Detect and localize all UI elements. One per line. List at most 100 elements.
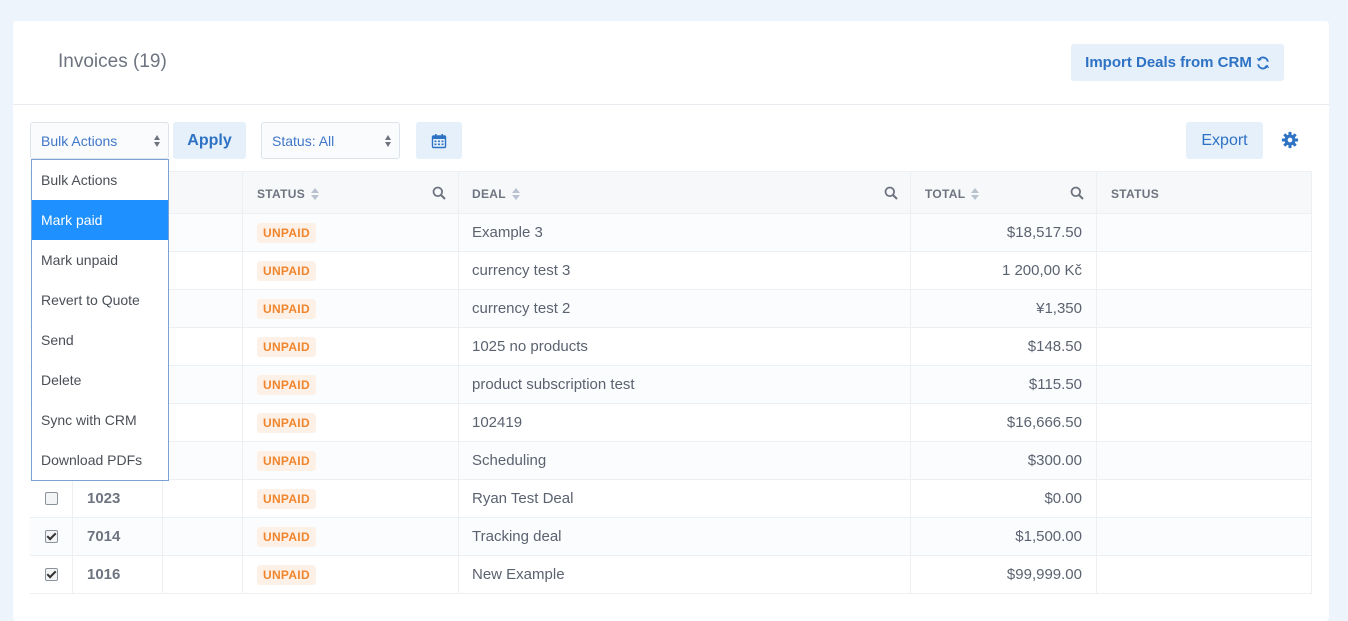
invoice-total: $148.50 (911, 328, 1097, 365)
table-row[interactable]: 1016 UNPAID New Example $99,999.00 (30, 556, 1312, 594)
invoice-total: $300.00 (911, 442, 1097, 479)
deal-name[interactable]: product subscription test (459, 366, 911, 403)
export-button[interactable]: Export (1186, 122, 1263, 159)
deal-name[interactable]: 102419 (459, 404, 911, 441)
status-cell: UNPAID (243, 442, 459, 479)
deal-name[interactable]: New Example (459, 556, 911, 593)
empty-cell (163, 366, 243, 403)
status-badge: UNPAID (257, 488, 316, 509)
invoice-total: $1,500.00 (911, 518, 1097, 555)
apply-button[interactable]: Apply (173, 122, 246, 159)
invoice-total: $115.50 (911, 366, 1097, 403)
invoice-number[interactable]: 1023 (73, 480, 163, 517)
date-filter-button[interactable] (416, 122, 462, 159)
sort-icon[interactable] (311, 187, 320, 200)
deal-name[interactable]: currency test 3 (459, 252, 911, 289)
status-2-cell (1097, 290, 1312, 327)
search-icon[interactable] (432, 186, 446, 200)
row-checkbox-cell[interactable] (30, 518, 73, 555)
empty-cell (163, 404, 243, 441)
gear-icon[interactable] (1281, 131, 1299, 149)
status-cell: UNPAID (243, 252, 459, 289)
status-cell: UNPAID (243, 214, 459, 251)
sort-icon[interactable] (971, 187, 980, 200)
empty-cell (163, 518, 243, 555)
invoice-total: $0.00 (911, 480, 1097, 517)
search-icon[interactable] (884, 186, 898, 200)
calendar-icon (431, 133, 447, 148)
empty-cell (163, 290, 243, 327)
bulk-action-option[interactable]: Sync with CRM (32, 400, 168, 440)
status-2-cell (1097, 442, 1312, 479)
bulk-action-option[interactable]: Send (32, 320, 168, 360)
row-checkbox[interactable] (44, 492, 58, 505)
status-2-cell (1097, 518, 1312, 555)
status-2-cell (1097, 214, 1312, 251)
header-deal-label: DEAL (472, 186, 506, 201)
empty-cell (163, 328, 243, 365)
table-row[interactable]: UNPAID currency test 31 200,00 Kč (30, 252, 1312, 290)
import-button-label: Import Deals from CRM (1085, 54, 1252, 71)
table-row[interactable]: UNPAID Scheduling $300.00 (30, 442, 1312, 480)
bulk-action-option[interactable]: Delete (32, 360, 168, 400)
empty-cell (163, 556, 243, 593)
status-filter-select[interactable]: Status: All (261, 122, 400, 159)
table-row[interactable]: 1023 UNPAID Ryan Test Deal $0.00 (30, 480, 1312, 518)
search-icon[interactable] (1070, 186, 1084, 200)
deal-name[interactable]: Scheduling (459, 442, 911, 479)
deal-name[interactable]: 1025 no products (459, 328, 911, 365)
table-row[interactable]: UNPAID currency test 2 ¥1,350 (30, 290, 1312, 328)
row-checkbox-cell[interactable] (30, 556, 73, 593)
select-arrows-icon (385, 134, 391, 147)
header-status-2-label: STATUS (1111, 186, 1160, 201)
invoice-number[interactable]: 7014 (73, 518, 163, 555)
bulk-action-option[interactable]: Mark unpaid (32, 240, 168, 280)
invoice-total: 1 200,00 Kč (911, 252, 1097, 289)
bulk-action-option[interactable]: Download PDFs (32, 440, 168, 480)
table-row[interactable]: UNPAID 1025 no products $148.50 (30, 328, 1312, 366)
empty-cell (163, 252, 243, 289)
header-status-label: STATUS (257, 186, 306, 201)
bulk-action-option[interactable]: Revert to Quote (32, 280, 168, 320)
status-badge: UNPAID (257, 450, 316, 471)
invoice-number[interactable]: 1016 (73, 556, 163, 593)
table-row[interactable]: UNPAID 102419 $16,666.50 (30, 404, 1312, 442)
table-row[interactable]: UNPAID product subscription test $115.50 (30, 366, 1312, 404)
select-arrows-icon (154, 134, 160, 147)
status-2-cell (1097, 480, 1312, 517)
deal-name[interactable]: Example 3 (459, 214, 911, 251)
table-row[interactable]: UNPAID Example 3 $18,517.50 (30, 214, 1312, 252)
bulk-actions-select[interactable]: Bulk Actions (30, 122, 169, 159)
status-cell: UNPAID (243, 556, 459, 593)
header-total[interactable]: TOTAL (911, 172, 1097, 215)
empty-cell (163, 214, 243, 251)
status-cell: UNPAID (243, 518, 459, 555)
row-checkbox[interactable] (44, 530, 58, 543)
status-badge: UNPAID (257, 526, 316, 547)
row-checkbox-cell[interactable] (30, 480, 73, 517)
invoice-total: $16,666.50 (911, 404, 1097, 441)
status-2-cell (1097, 252, 1312, 289)
bulk-action-option[interactable]: Bulk Actions (32, 160, 168, 200)
deal-name[interactable]: Ryan Test Deal (459, 480, 911, 517)
header-status[interactable]: STATUS (243, 172, 459, 215)
deal-name[interactable]: currency test 2 (459, 290, 911, 327)
row-checkbox[interactable] (44, 568, 58, 581)
invoices-card: Invoices (19) Import Deals from CRM Bulk… (13, 21, 1329, 621)
header-status-2: STATUS (1097, 172, 1312, 215)
import-deals-button[interactable]: Import Deals from CRM (1071, 44, 1284, 81)
deal-name[interactable]: Tracking deal (459, 518, 911, 555)
header-deal[interactable]: DEAL (459, 172, 911, 215)
empty-cell (163, 480, 243, 517)
table-row[interactable]: 7014 UNPAID Tracking deal $1,500.00 (30, 518, 1312, 556)
page-title: Invoices (19) (58, 51, 167, 72)
table-header: STATUS DEAL TOTAL STATUS (30, 171, 1312, 215)
sort-icon[interactable] (511, 187, 520, 200)
header-total-label: TOTAL (925, 186, 966, 201)
bulk-action-option[interactable]: Mark paid (32, 200, 168, 240)
invoice-total: ¥1,350 (911, 290, 1097, 327)
card-header: Invoices (19) Import Deals from CRM (13, 21, 1329, 105)
status-2-cell (1097, 366, 1312, 403)
status-cell: UNPAID (243, 328, 459, 365)
status-2-cell (1097, 556, 1312, 593)
